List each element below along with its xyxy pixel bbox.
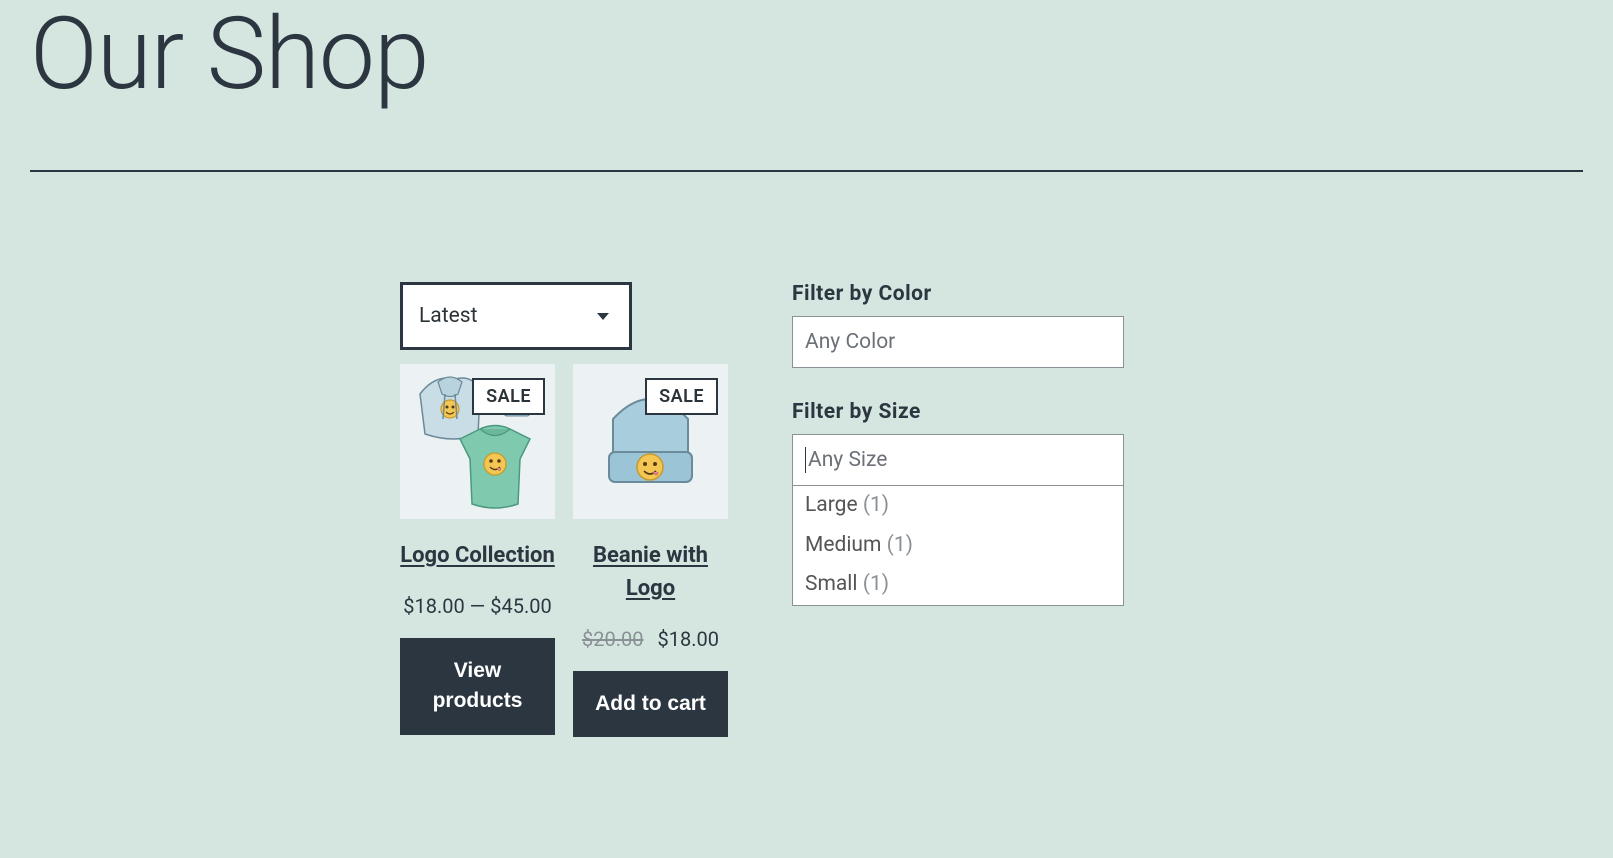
view-products-button[interactable]: View products bbox=[400, 638, 555, 735]
page-title: Our Shop bbox=[30, 0, 1583, 110]
sort-selected-label: Latest bbox=[419, 304, 477, 328]
text-cursor-icon bbox=[805, 447, 806, 473]
filter-by-size: Filter by Size Any Size Large (1) Medium… bbox=[792, 400, 1127, 606]
current-price: $18.00 bbox=[658, 627, 719, 651]
old-price: $20.00 bbox=[582, 627, 643, 651]
size-option-large[interactable]: Large (1) bbox=[793, 486, 1123, 526]
filter-color-input[interactable]: Any Color bbox=[792, 316, 1124, 368]
product-link[interactable]: Beanie with Logo bbox=[593, 543, 708, 601]
product-image[interactable]: SALE bbox=[573, 364, 728, 519]
products-column: Latest bbox=[400, 282, 760, 737]
product-price: $18.00 — $45.00 bbox=[400, 594, 555, 618]
product-link[interactable]: Logo Collection bbox=[400, 543, 555, 568]
product-card: SALE Beanie with Logo $20.00 $18.00 Add t… bbox=[573, 364, 728, 737]
size-option-medium[interactable]: Medium (1) bbox=[793, 526, 1123, 566]
chevron-down-icon bbox=[597, 313, 609, 320]
filters-column: Filter by Color Any Color Filter by Size… bbox=[792, 282, 1127, 737]
divider bbox=[30, 170, 1583, 172]
product-title: Beanie with Logo bbox=[573, 539, 728, 605]
product-card: SALE Logo Collection $18.00 — $45.00 Vie… bbox=[400, 364, 555, 737]
filter-size-label: Filter by Size bbox=[792, 400, 1127, 424]
product-image[interactable]: SALE bbox=[400, 364, 555, 519]
filter-by-color: Filter by Color Any Color bbox=[792, 282, 1127, 368]
filter-color-placeholder: Any Color bbox=[805, 330, 895, 354]
sort-select[interactable]: Latest bbox=[400, 282, 632, 350]
sale-badge: SALE bbox=[472, 378, 545, 415]
product-title: Logo Collection bbox=[400, 539, 555, 572]
product-grid: SALE Logo Collection $18.00 — $45.00 Vie… bbox=[400, 364, 760, 737]
size-dropdown-list: Large (1) Medium (1) Small (1) bbox=[792, 486, 1124, 606]
size-option-small[interactable]: Small (1) bbox=[793, 565, 1123, 605]
add-to-cart-button[interactable]: Add to cart bbox=[573, 671, 728, 737]
filter-size-input[interactable]: Any Size bbox=[792, 434, 1124, 486]
filter-size-placeholder: Any Size bbox=[808, 448, 887, 472]
sale-badge: SALE bbox=[645, 378, 718, 415]
product-price: $20.00 $18.00 bbox=[573, 627, 728, 651]
filter-color-label: Filter by Color bbox=[792, 282, 1127, 306]
main-content: Latest bbox=[400, 282, 1583, 737]
